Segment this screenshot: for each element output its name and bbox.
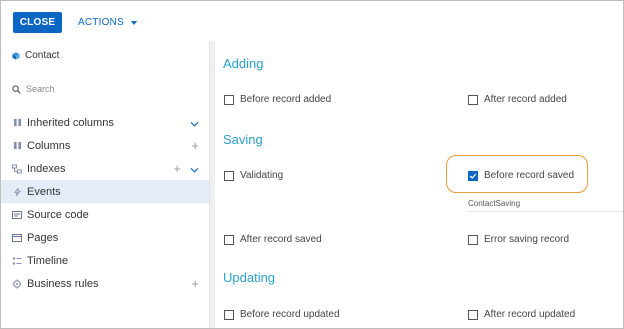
sidebar-item-actions: + xyxy=(191,276,199,291)
after-record-added-checkbox[interactable]: After record added xyxy=(468,94,567,105)
checkbox-box[interactable] xyxy=(224,170,234,181)
checkbox-box[interactable] xyxy=(468,94,478,105)
actions-menu-button[interactable]: ACTIONS xyxy=(78,12,137,33)
checkbox-label: Error saving record xyxy=(484,234,570,245)
checkbox-label: Before record added xyxy=(240,94,332,105)
add-icon[interactable]: + xyxy=(191,276,199,291)
sidebar-item-label: Business rules xyxy=(27,277,99,290)
checkbox-box[interactable] xyxy=(468,234,478,245)
sidebar-item-label: Events xyxy=(27,185,61,198)
sidebar-item-business-rules[interactable]: Business rules + xyxy=(1,272,209,295)
page-icon xyxy=(12,233,22,243)
sidebar-item-events[interactable]: Events xyxy=(1,180,209,203)
sidebar-item-pages[interactable]: Pages xyxy=(1,226,209,249)
events-panel: Adding Before record added After record … xyxy=(215,41,623,328)
before-record-updated-checkbox[interactable]: Before record updated xyxy=(224,309,340,320)
chevron-down-icon[interactable] xyxy=(190,116,199,130)
checkbox-box[interactable] xyxy=(468,309,478,320)
sidebar-item-actions: + xyxy=(173,161,199,176)
search-input[interactable]: Search xyxy=(12,84,202,94)
checkbox-label: After record saved xyxy=(240,234,322,245)
sidebar-item-label: Indexes xyxy=(27,162,66,175)
indexes-icon xyxy=(12,164,22,174)
columns-icon xyxy=(12,118,22,128)
sidebar-item-label: Source code xyxy=(27,208,89,221)
sidebar-item-indexes[interactable]: Indexes + xyxy=(1,157,209,180)
source-code-icon xyxy=(12,210,22,220)
validating-checkbox[interactable]: Validating xyxy=(224,170,283,181)
designer-window: CLOSE ACTIONS Contact Search Inherited c… xyxy=(0,0,624,329)
checkbox-label: After record updated xyxy=(484,309,576,320)
before-record-added-checkbox[interactable]: Before record added xyxy=(224,94,331,105)
checkbox-label: Before record saved xyxy=(484,170,575,181)
cube-icon xyxy=(12,51,20,60)
sidebar: Contact Search Inherited columns Columns… xyxy=(1,41,210,328)
event-method-name[interactable]: ContactSaving xyxy=(468,199,520,208)
business-rules-icon xyxy=(12,279,22,289)
search-placeholder: Search xyxy=(26,84,55,94)
section-title-updating: Updating xyxy=(223,270,276,285)
lightning-icon xyxy=(12,187,22,197)
checkbox-box[interactable] xyxy=(224,94,234,105)
top-toolbar: CLOSE ACTIONS xyxy=(1,1,623,41)
search-icon xyxy=(12,84,21,94)
close-button[interactable]: CLOSE xyxy=(13,12,62,33)
checkbox-box[interactable] xyxy=(224,309,234,320)
columns-icon xyxy=(12,141,22,151)
checkbox-label: Before record updated xyxy=(240,309,340,320)
sidebar-item-inherited-columns[interactable]: Inherited columns xyxy=(1,111,209,134)
sidebar-item-source-code[interactable]: Source code xyxy=(1,203,209,226)
timeline-icon xyxy=(12,256,22,266)
method-field-underline xyxy=(467,211,623,212)
checkbox-box-checked[interactable] xyxy=(468,170,478,181)
sidebar-item-actions xyxy=(190,116,199,130)
add-icon[interactable]: + xyxy=(191,138,199,153)
section-title-adding: Adding xyxy=(223,56,264,71)
checkbox-label: Validating xyxy=(240,170,284,181)
actions-label: ACTIONS xyxy=(78,17,124,28)
add-icon[interactable]: + xyxy=(173,161,181,176)
checkbox-box[interactable] xyxy=(224,234,234,245)
section-title-saving: Saving xyxy=(223,132,263,147)
error-saving-record-checkbox[interactable]: Error saving record xyxy=(468,234,569,245)
sidebar-item-label: Timeline xyxy=(27,254,69,267)
after-record-saved-checkbox[interactable]: After record saved xyxy=(224,234,322,245)
checkmark-icon xyxy=(469,173,477,179)
sidebar-item-label: Pages xyxy=(27,231,59,244)
sidebar-item-actions: + xyxy=(191,138,199,153)
object-title-label: Contact xyxy=(25,50,60,61)
sidebar-item-timeline[interactable]: Timeline xyxy=(1,249,209,272)
chevron-down-icon[interactable] xyxy=(190,162,199,176)
object-title: Contact xyxy=(12,50,59,61)
checkbox-label: After record added xyxy=(484,94,567,105)
after-record-updated-checkbox[interactable]: After record updated xyxy=(468,309,575,320)
before-record-saved-checkbox[interactable]: Before record saved xyxy=(468,170,574,181)
sidebar-item-label: Inherited columns xyxy=(27,116,114,129)
sidebar-item-columns[interactable]: Columns + xyxy=(1,134,209,157)
sidebar-item-label: Columns xyxy=(27,139,71,152)
caret-down-icon xyxy=(130,20,137,25)
